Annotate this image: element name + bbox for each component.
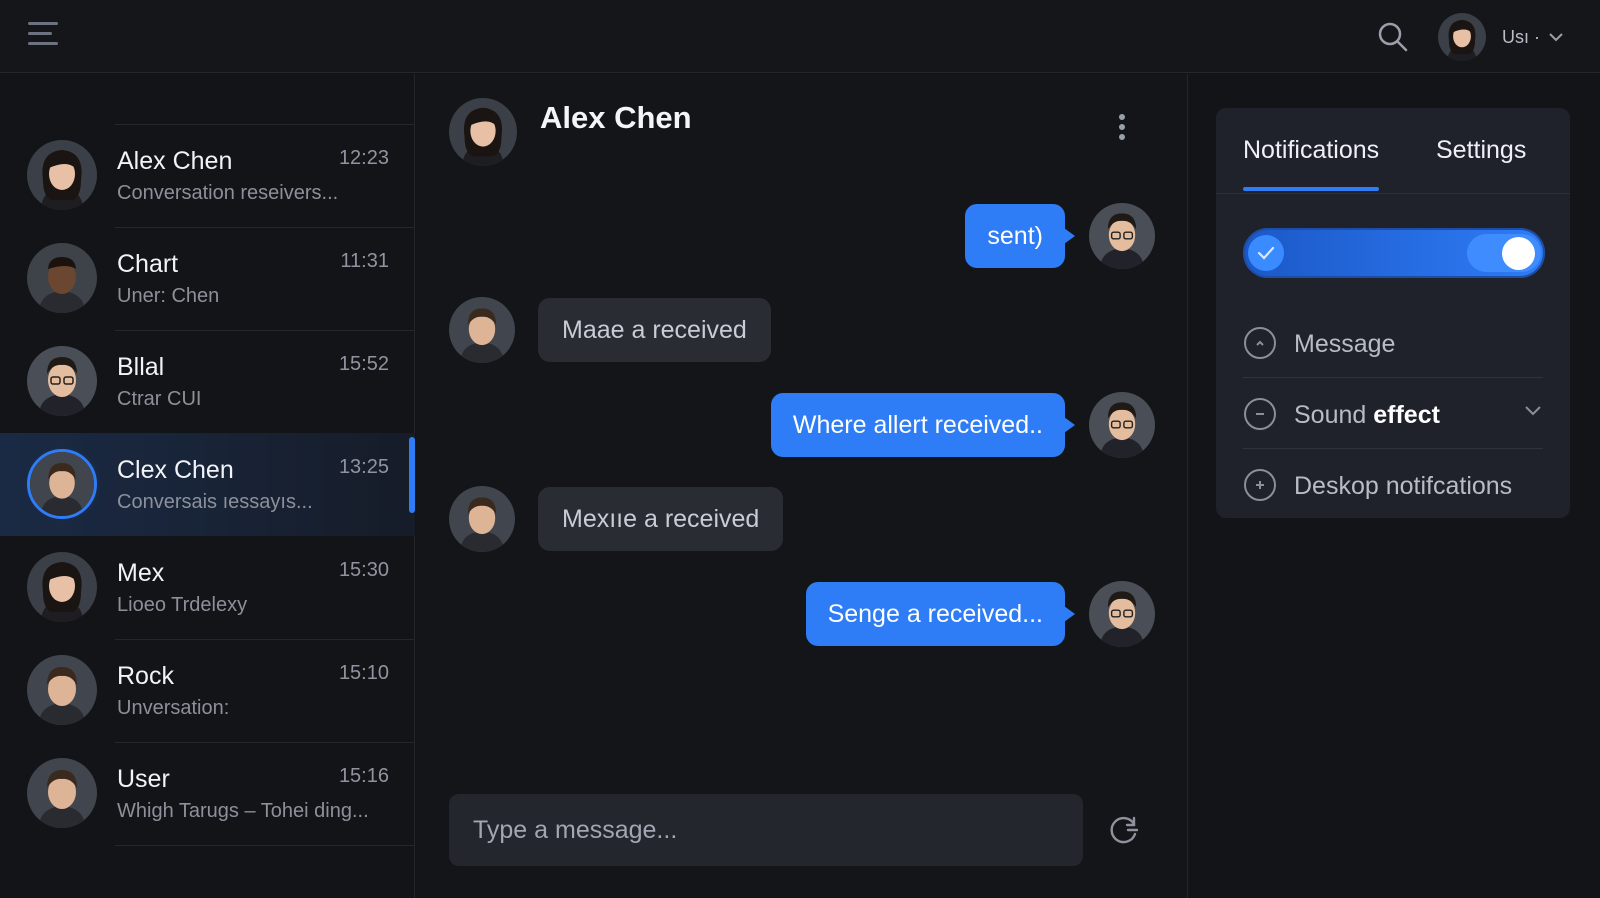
conversation-list: Alex Chen 12:23 Conversation reseivers..…	[0, 74, 415, 898]
avatar	[449, 486, 515, 552]
conversation-item-active[interactable]: Clex Chen 13:25 Conversais ıessayıs...	[0, 433, 415, 536]
conversation-preview: Ctrar CUI	[117, 388, 202, 410]
more-vertical-icon[interactable]	[1114, 114, 1130, 144]
conversation-name: Rock	[117, 662, 174, 690]
menu-icon[interactable]	[28, 22, 62, 52]
avatar	[27, 655, 97, 725]
avatar	[27, 346, 97, 416]
incoming-message: Maae a received	[538, 298, 771, 362]
conversation-name: Clex Chen	[117, 456, 234, 484]
search-icon[interactable]	[1376, 20, 1410, 54]
avatar	[27, 140, 97, 210]
conversation-item[interactable]: Chart 11:31 Uner: Chen	[0, 227, 415, 330]
divider	[115, 124, 415, 125]
conversation-time: 15:10	[338, 662, 389, 684]
active-indicator	[409, 437, 415, 513]
avatar	[27, 449, 97, 519]
divider	[1243, 377, 1543, 378]
user-menu[interactable]: Usı ·	[1438, 12, 1564, 62]
conversation-time: 15:16	[338, 765, 389, 787]
option-desktop-notifications[interactable]: Deskop notifcations	[1243, 450, 1543, 520]
option-label-bold: effect	[1373, 401, 1440, 429]
user-avatar	[1438, 13, 1486, 61]
conversation-item[interactable]: Alex Chen 12:23 Conversation reseivers..…	[0, 124, 415, 227]
avatar	[27, 758, 97, 828]
chevron-up-circle-icon	[1244, 327, 1276, 359]
avatar	[1089, 392, 1155, 458]
tab-notifications[interactable]: Notifications	[1243, 136, 1380, 191]
conversation-preview: Lioeo Trdelexy	[117, 594, 248, 616]
conversation-name: User	[117, 765, 170, 793]
tab-bar: Notifications Settings	[1216, 108, 1570, 194]
conversation-preview: Unversation:	[117, 697, 230, 719]
outgoing-message: Where allert received..	[770, 393, 1076, 457]
user-name: Usı ·	[1502, 26, 1540, 47]
notifications-toggle[interactable]	[1243, 228, 1545, 278]
conversation-preview: Conversation reseivers...	[117, 182, 339, 204]
conversation-name: Bllal	[117, 353, 165, 381]
option-label: Message	[1294, 330, 1396, 358]
conversation-preview: Whigh Tarugs – Tohei ding...	[117, 800, 369, 822]
outgoing-message: Senge a received...	[805, 582, 1076, 646]
divider	[115, 227, 415, 228]
settings-panel: Notifications Settings Message Sound eff…	[1189, 74, 1600, 898]
avatar	[27, 243, 97, 313]
avatar	[1089, 203, 1155, 269]
option-label: Sound effect	[1294, 401, 1440, 430]
message-input[interactable]	[449, 794, 1083, 866]
option-label-prefix: Sound	[1294, 401, 1374, 429]
divider	[115, 330, 415, 331]
conversation-time: 15:52	[338, 353, 389, 375]
conversation-name: Alex Chen	[117, 147, 233, 175]
option-message[interactable]: Message	[1243, 308, 1543, 378]
conversation-item[interactable]: Bllal 15:52 Ctrar CUI	[0, 330, 415, 433]
toggle-knob	[1502, 237, 1535, 270]
conversation-time: 12:23	[338, 147, 389, 169]
conversation-time: 11:31	[340, 250, 389, 272]
top-bar: Usı ·	[0, 0, 1600, 73]
option-sound-effect[interactable]: Sound effect	[1243, 379, 1543, 449]
divider	[115, 845, 414, 846]
check-icon	[1248, 235, 1284, 271]
divider	[1243, 448, 1543, 449]
plus-circle-icon	[1244, 469, 1276, 501]
conversation-name: Chart	[117, 250, 179, 278]
chat-title: Alex Chen	[540, 100, 692, 135]
option-label: Deskop notifcations	[1294, 472, 1513, 500]
conversation-item[interactable]: Rock 15:10 Unversation:	[0, 639, 415, 742]
avatar	[27, 552, 97, 622]
conversation-item[interactable]: User 15:16 Whigh Tarugs – Tohei ding...	[0, 742, 415, 845]
minus-circle-icon	[1244, 398, 1276, 430]
avatar	[1089, 581, 1155, 647]
divider	[115, 742, 415, 743]
tab-settings[interactable]: Settings	[1436, 136, 1526, 165]
notifications-card: Notifications Settings Message Sound eff…	[1216, 108, 1570, 518]
chevron-down-icon[interactable]	[1523, 403, 1543, 417]
conversation-time: 13:25	[338, 456, 389, 478]
chat-avatar	[449, 98, 517, 166]
conversation-preview: Uner: Chen	[117, 285, 220, 307]
conversation-name: Mex	[117, 559, 165, 587]
avatar	[449, 297, 515, 363]
conversation-item[interactable]: Mex 15:30 Lioeo Trdelexy	[0, 536, 415, 639]
chevron-down-icon	[1549, 33, 1563, 42]
divider	[115, 639, 415, 640]
chat-panel: Alex Chen sent) Maae a received Where al…	[416, 74, 1188, 898]
send-icon[interactable]	[1106, 812, 1142, 848]
conversation-time: 15:30	[338, 559, 389, 581]
conversation-preview: Conversais ıessayıs...	[117, 491, 313, 513]
outgoing-message: sent)	[965, 204, 1075, 268]
incoming-message: Mexııe a received	[538, 487, 784, 551]
